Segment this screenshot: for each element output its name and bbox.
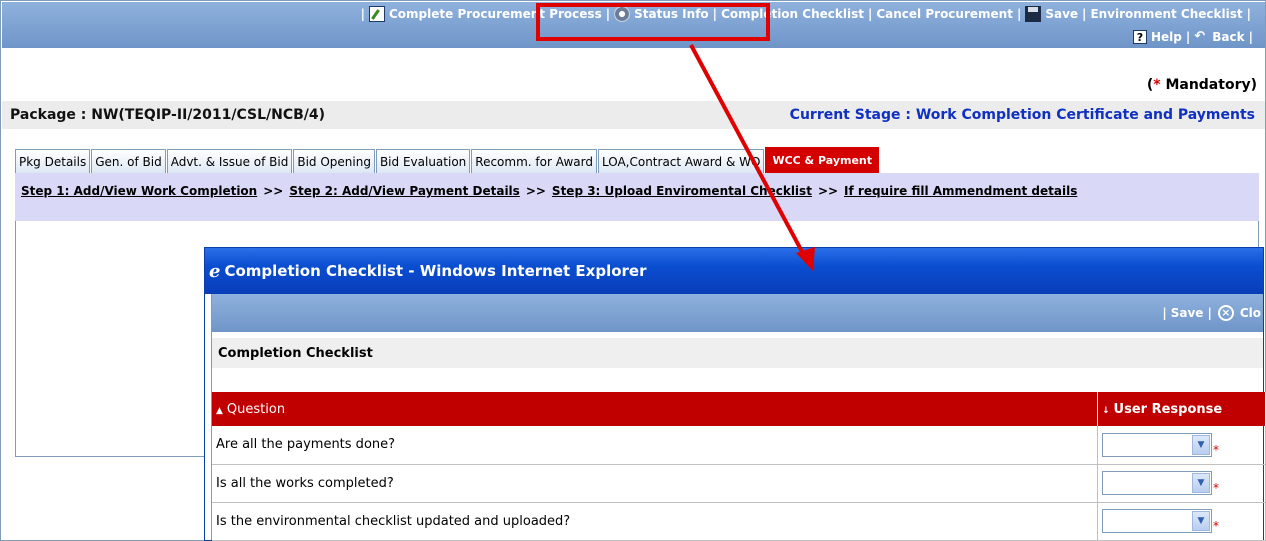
sort-down-icon: ↓: [1102, 405, 1110, 416]
tab-pkg-details[interactable]: Pkg Details: [15, 149, 91, 173]
question-header-label: Question: [226, 401, 286, 417]
steps-bar: Step 1: Add/View Work Completion >> Step 2…: [15, 173, 1259, 221]
help-icon: ?: [1132, 30, 1147, 44]
back-button[interactable]: ↶ Back: [1194, 29, 1245, 45]
cancel-procurement-button[interactable]: Cancel Procurement: [876, 7, 1013, 21]
table-row: Are all the payments done? ▼ *: [212, 426, 1266, 465]
required-star: *: [1213, 442, 1219, 457]
step2-link[interactable]: Step 2: Add/View Payment Details: [289, 184, 519, 198]
step1-link[interactable]: Step 1: Add/View Work Completion: [21, 184, 257, 198]
cancel-procurement-label: Cancel Procurement: [876, 7, 1013, 21]
stage-tabs: Pkg Details Gen. of Bid Advt. & Issue of…: [15, 147, 880, 173]
response-select[interactable]: ▼: [1102, 432, 1212, 457]
table-row: Is the environmental checklist updated a…: [212, 502, 1266, 541]
popup-toolbar: | Save | × Clo: [212, 294, 1263, 332]
required-star: *: [1213, 519, 1219, 533]
response-select[interactable]: ▼: [1102, 471, 1212, 495]
question-cell: Are all the payments done?: [212, 426, 1098, 465]
mandatory-star: *: [1153, 77, 1161, 93]
chevron-down-icon: ▼: [1192, 434, 1210, 455]
save-icon: [1025, 6, 1042, 22]
package-bar: Package : NW(TEQIP-II/2011/CSL/NCB/4) Cu…: [2, 101, 1265, 129]
user-response-column-header[interactable]: ↓ User Response: [1097, 392, 1266, 426]
back-arrow-icon: ↶: [1194, 29, 1206, 44]
table-row: Is all the works completed? ▼ *: [212, 464, 1266, 503]
tab-bid-evaluation[interactable]: Bid Evaluation: [375, 149, 471, 173]
response-cell: ▼ *: [1097, 464, 1266, 503]
highlight-box: [536, 3, 770, 41]
environment-checklist-button[interactable]: Environment Checklist: [1090, 7, 1242, 21]
edit-icon: [369, 6, 385, 22]
chevron-down-icon: ▼: [1192, 473, 1210, 493]
popup-close-button[interactable]: × Clo: [1216, 305, 1261, 321]
back-label: Back: [1212, 30, 1245, 44]
ie-icon: e: [209, 260, 221, 282]
tab-wcc-payment[interactable]: WCC & Payment: [765, 147, 880, 173]
save-button[interactable]: Save: [1025, 6, 1078, 22]
current-stage-label: Current Stage : Work Completion Certific…: [789, 107, 1255, 123]
popup-close-label: Clo: [1239, 306, 1261, 320]
mandatory-label: Mandatory: [1165, 77, 1251, 93]
checklist-table: ▲ Question ↓ User Response Are all the pay…: [212, 392, 1266, 541]
tab-gen-of-bid[interactable]: Gen. of Bid: [91, 149, 166, 173]
question-column-header[interactable]: ▲ Question: [212, 392, 1098, 426]
close-icon: ×: [1217, 305, 1234, 321]
chevron-down-icon: ▼: [1192, 511, 1210, 531]
tab-recomm-for-award[interactable]: Recomm. for Award: [471, 149, 597, 173]
required-star: *: [1213, 481, 1219, 495]
question-cell: Is all the works completed?: [212, 464, 1098, 503]
environment-checklist-label: Environment Checklist: [1090, 7, 1243, 21]
help-label: Help: [1150, 30, 1182, 44]
user-response-header-label: User Response: [1113, 401, 1223, 417]
section-title: Completion Checklist: [212, 338, 1263, 368]
step-separator: >>: [525, 184, 546, 198]
tab-advt-issue-of-bid[interactable]: Advt. & Issue of Bid: [166, 149, 293, 173]
step3-link[interactable]: Step 3: Upload Enviromental Checklist: [552, 184, 812, 198]
popup-title: Completion Checklist - Windows Internet …: [224, 262, 647, 280]
tab-bid-opening[interactable]: Bid Opening: [293, 149, 375, 173]
sort-up-icon: ▲: [216, 405, 223, 416]
step-separator: >>: [263, 184, 284, 198]
tab-loa-contract-award[interactable]: LOA,Contract Award & WO: [597, 149, 765, 173]
question-cell: Is the environmental checklist updated a…: [212, 502, 1098, 541]
completion-checklist-popup: e Completion Checklist - Windows Interne…: [204, 247, 1266, 541]
help-button[interactable]: ? Help: [1132, 30, 1182, 44]
amendment-link[interactable]: If require fill Ammendment details: [844, 184, 1077, 198]
step-separator: >>: [817, 184, 839, 198]
mandatory-note: (* Mandatory): [1146, 77, 1257, 93]
page: | Complete Procurement Process | Status …: [0, 0, 1266, 541]
response-select[interactable]: ▼: [1102, 509, 1212, 533]
popup-body: | Save | × Clo Completion Checklist ▲ Que…: [211, 294, 1266, 541]
popup-title-bar[interactable]: e Completion Checklist - Windows Interne…: [205, 248, 1263, 294]
save-label: Save: [1045, 7, 1079, 21]
popup-save-button[interactable]: Save: [1171, 306, 1204, 320]
package-label: Package : NW(TEQIP-II/2011/CSL/NCB/4): [10, 107, 326, 123]
response-cell: ▼ *: [1097, 502, 1266, 541]
response-cell: ▼ *: [1097, 426, 1266, 465]
